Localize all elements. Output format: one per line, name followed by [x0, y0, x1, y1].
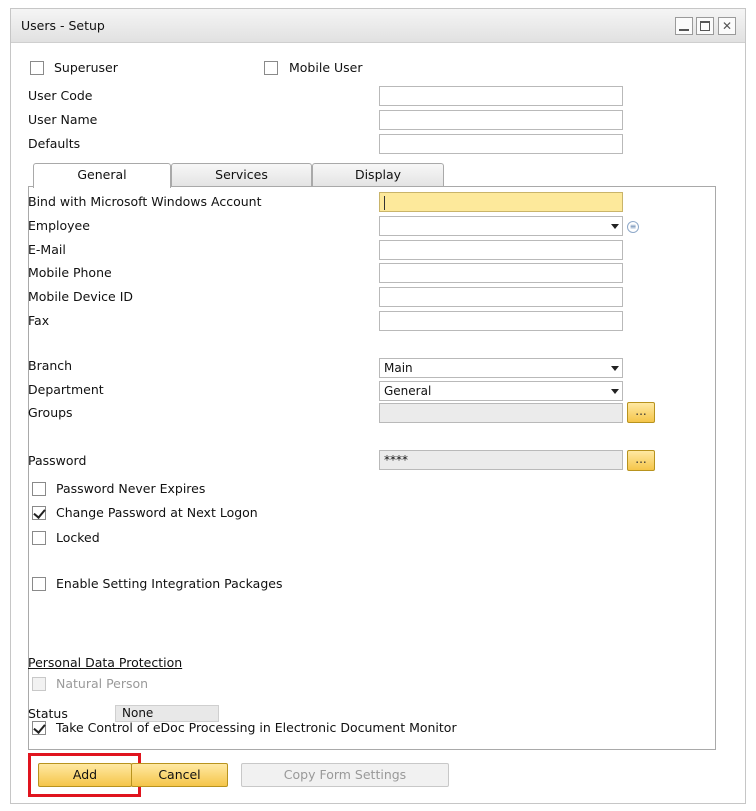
maximize-button[interactable]: [696, 17, 714, 35]
department-label: Department: [28, 382, 104, 397]
fax-field[interactable]: [379, 311, 623, 331]
mobile-user-checkbox[interactable]: [264, 61, 278, 75]
department-select[interactable]: General: [379, 381, 623, 401]
defaults-label: Defaults: [28, 136, 81, 151]
locked-label: Locked: [56, 530, 100, 545]
department-value: General: [384, 384, 432, 398]
text-caret: [384, 195, 385, 210]
bind-windows-field[interactable]: [379, 192, 623, 212]
edoc-control-label: Take Control of eDoc Processing in Elect…: [56, 720, 457, 735]
branch-select[interactable]: Main: [379, 358, 623, 378]
chevron-down-icon: [611, 366, 619, 371]
mobile-user-label: Mobile User: [289, 60, 363, 75]
tab-display[interactable]: Display: [312, 163, 444, 187]
branch-value: Main: [384, 361, 413, 375]
user-name-label: User Name: [28, 112, 98, 127]
groups-label: Groups: [28, 405, 73, 420]
locked-checkbox[interactable]: [32, 531, 46, 545]
tab-display-label: Display: [354, 167, 402, 182]
tab-services[interactable]: Services: [171, 163, 312, 187]
edoc-control-checkbox[interactable]: [32, 721, 46, 735]
mobile-device-field[interactable]: [379, 287, 623, 307]
chevron-down-icon: [611, 389, 619, 394]
password-never-expires-checkbox[interactable]: [32, 482, 46, 496]
cancel-button[interactable]: Cancel: [131, 763, 228, 787]
password-field: ****: [379, 450, 623, 470]
superuser-checkbox[interactable]: [30, 61, 44, 75]
enable-integration-label: Enable Setting Integration Packages: [56, 576, 283, 591]
mobile-phone-label: Mobile Phone: [28, 265, 112, 280]
users-setup-window: Users - Setup ✕ Superuser Mobile User Us…: [10, 8, 746, 804]
password-change-button[interactable]: ...: [627, 450, 655, 471]
employee-select[interactable]: [379, 216, 623, 236]
password-label: Password: [28, 453, 87, 468]
tab-general-label: General: [77, 167, 127, 182]
groups-field: [379, 403, 623, 423]
tab-services-label: Services: [215, 167, 268, 182]
user-code-field[interactable]: [379, 86, 623, 106]
password-never-expires-label: Password Never Expires: [56, 481, 206, 496]
fax-label: Fax: [28, 313, 50, 328]
enable-integration-checkbox[interactable]: [32, 577, 46, 591]
copy-form-settings-button: Copy Form Settings: [241, 763, 449, 787]
email-field[interactable]: [379, 240, 623, 260]
user-code-label: User Code: [28, 88, 93, 103]
change-password-label: Change Password at Next Logon: [56, 505, 258, 520]
mobile-phone-field[interactable]: [379, 263, 623, 283]
employee-label: Employee: [28, 218, 90, 233]
title-bar: Users - Setup ✕: [11, 9, 745, 43]
list-info-icon[interactable]: ≡: [627, 221, 639, 233]
window-title: Users - Setup: [21, 18, 105, 33]
groups-browse-button[interactable]: ...: [627, 402, 655, 423]
personal-data-protection-heading: Personal Data Protection: [28, 655, 183, 670]
minimize-button[interactable]: [675, 17, 693, 35]
chevron-down-icon: [611, 224, 619, 229]
defaults-field[interactable]: [379, 134, 623, 154]
close-button[interactable]: ✕: [718, 17, 736, 35]
natural-person-checkbox: [32, 677, 46, 691]
email-label: E-Mail: [28, 242, 66, 257]
user-name-field[interactable]: [379, 110, 623, 130]
bind-windows-label: Bind with Microsoft Windows Account: [28, 194, 262, 209]
natural-person-label: Natural Person: [56, 676, 149, 691]
superuser-label: Superuser: [54, 60, 118, 75]
change-password-checkbox[interactable]: [32, 506, 46, 520]
add-button[interactable]: Add: [38, 763, 132, 787]
status-label: Status: [28, 706, 68, 721]
branch-label: Branch: [28, 358, 73, 373]
tab-general[interactable]: General: [33, 163, 171, 188]
mobile-device-label: Mobile Device ID: [28, 289, 134, 304]
